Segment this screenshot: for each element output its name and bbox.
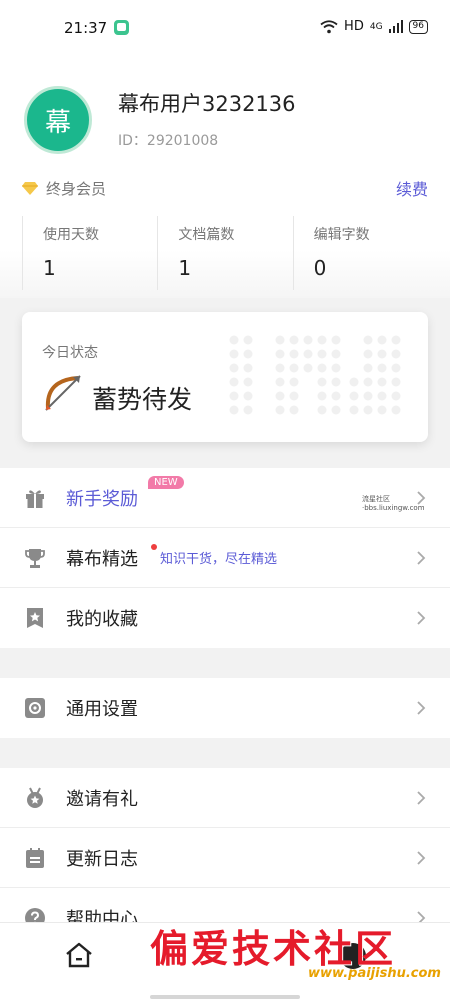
gift-icon (24, 487, 46, 509)
menu-label: 更新日志 (66, 848, 138, 870)
menu-group-settings: 通用设置 (0, 678, 450, 738)
menu-group-main: 新手奖励 NEW 流星社区·bbs.liuxingw.com 幕布精选 知识干货… (0, 468, 450, 648)
stat-value: 1 (178, 256, 192, 280)
home-icon[interactable] (64, 941, 94, 969)
stat-days: 使用天数 1 (22, 216, 157, 290)
menu-item-featured[interactable]: 幕布精选 知识干货，尽在精选 (0, 528, 450, 588)
app-notification-icon (114, 20, 129, 35)
watermark-small-text: 流星社区·bbs.liuxingw.com (362, 495, 425, 512)
today-status-value: 蓄势待发 (92, 385, 193, 414)
bookmark-star-icon (24, 607, 46, 629)
menu-item-general-settings[interactable]: 通用设置 (0, 678, 450, 738)
today-status-label: 今日状态 (42, 345, 98, 361)
status-bar: 21:37 HD 4G 96 (0, 0, 450, 58)
renew-link[interactable]: 续费 (396, 176, 428, 200)
menu-item-changelog[interactable]: 更新日志 (0, 828, 450, 888)
chevron-right-icon (417, 550, 426, 565)
menu-label: 新手奖励 (66, 488, 138, 510)
user-id: ID：29201008 (118, 133, 219, 149)
avatar[interactable]: 幕 (24, 86, 92, 154)
stat-label: 编辑字数 (313, 227, 370, 243)
stats-row: 使用天数 1 文档篇数 1 编辑字数 0 (22, 216, 428, 290)
menu-label: 幕布精选 (66, 548, 138, 570)
watermark-text: 偏爱技术社区 (150, 926, 397, 971)
medal-icon (24, 787, 46, 809)
profile-section: 幕 幕布用户3232136 ID：29201008 终身会员 续费 使用天数 1… (0, 58, 450, 298)
menu-subtitle: 知识干货，尽在精选 (160, 552, 278, 567)
chevron-right-icon (417, 611, 426, 625)
stat-label: 使用天数 (43, 227, 99, 243)
calendar-icon (24, 847, 46, 869)
chevron-right-icon (417, 850, 426, 865)
stat-documents: 文档篇数 1 (157, 216, 292, 290)
status-time: 21:37 (64, 19, 108, 37)
signal-type: 4G (369, 21, 383, 32)
membership-label: 终身会员 (46, 179, 107, 198)
watermark-overlay: 偏爱技术社区 www.paijishu.com (150, 918, 441, 988)
username[interactable]: 幕布用户3232136 (118, 88, 296, 118)
bow-arrow-icon (45, 375, 81, 411)
today-status-card[interactable]: 今日状态 蓄势待发 (22, 312, 428, 442)
stat-value: 1 (43, 256, 56, 280)
home-indicator[interactable] (150, 995, 300, 999)
menu-item-invite[interactable]: 邀请有礼 (0, 768, 450, 828)
stat-label: 文档篇数 (178, 227, 235, 243)
notification-dot (151, 544, 157, 550)
membership-row: 终身会员 续费 (22, 176, 428, 200)
settings-icon (24, 697, 46, 719)
dot-pattern-decoration (229, 335, 401, 415)
signal-icon (388, 20, 403, 33)
network-type: HD (344, 19, 364, 34)
menu-label: 邀请有礼 (66, 788, 138, 810)
trophy-icon (24, 547, 46, 569)
diamond-icon (22, 182, 38, 195)
watermark-url: www.paijishu.com (308, 966, 441, 981)
menu-item-favorites[interactable]: 我的收藏 (0, 588, 450, 648)
menu-item-newbie-reward[interactable]: 新手奖励 NEW 流星社区·bbs.liuxingw.com (0, 468, 450, 528)
menu-label: 通用设置 (66, 699, 138, 720)
wifi-icon (320, 19, 338, 33)
stat-words: 编辑字数 0 (292, 216, 428, 290)
chevron-right-icon (417, 701, 426, 715)
battery-indicator: 96 (408, 19, 428, 34)
menu-label: 我的收藏 (66, 609, 138, 630)
new-badge: NEW (148, 476, 184, 489)
status-indicators: HD 4G 96 (320, 19, 428, 34)
stat-value: 0 (313, 256, 327, 280)
chevron-right-icon (417, 790, 426, 805)
